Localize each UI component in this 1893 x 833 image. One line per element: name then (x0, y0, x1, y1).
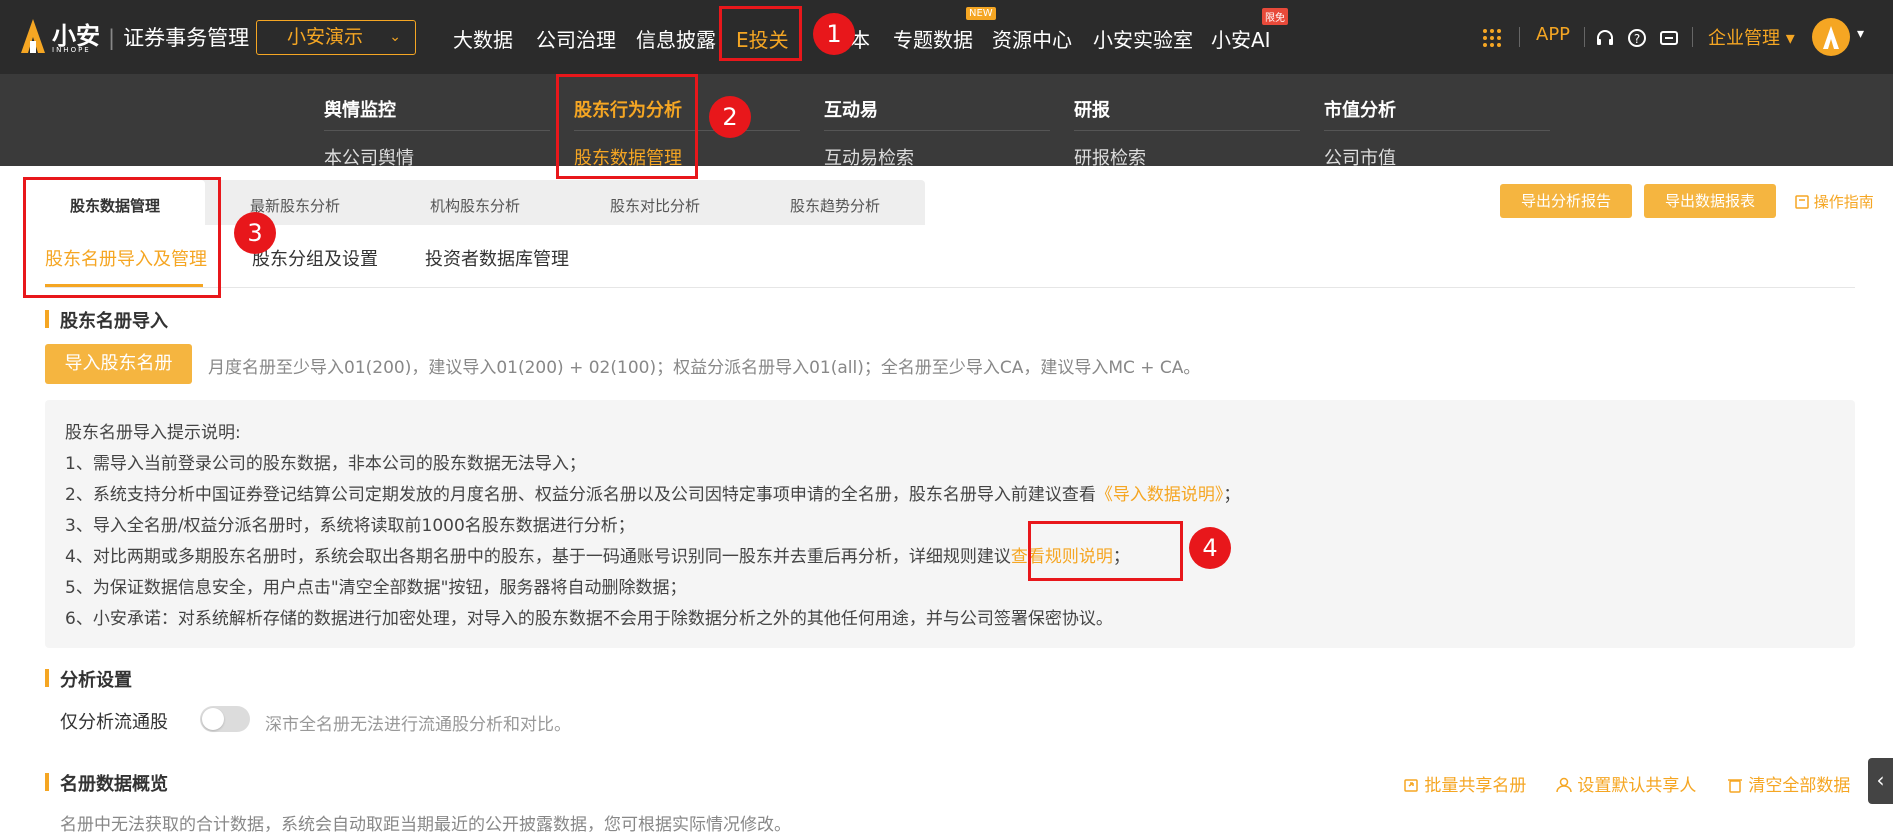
info-line-5: 5、为保证数据信息安全，用户点击"清空全部数据"按钮，服务器将自动删除数据； (65, 578, 687, 598)
default-share-link[interactable]: 设置默认共享人 (1556, 771, 1696, 796)
nav-governance[interactable]: 公司治理 (536, 24, 616, 53)
menu-item-company-market-value[interactable]: 公司市值 (1324, 144, 1396, 170)
circulating-only-toggle[interactable] (200, 706, 250, 732)
nav-special-data[interactable]: 专题数据 (893, 24, 973, 53)
export-report-button[interactable]: 导出分析报告 (1500, 184, 1632, 218)
enterprise-menu[interactable]: 企业管理 ▾ (1708, 24, 1795, 50)
annotation-marker-3: 3 (234, 212, 276, 254)
user-icon (1556, 777, 1572, 793)
message-icon[interactable] (1659, 28, 1679, 48)
section-title-overview: 名册数据概览 (45, 770, 168, 796)
nav-bigdata[interactable]: 大数据 (453, 24, 513, 53)
menu-heading-market-value: 市值分析 (1324, 100, 1396, 121)
annotation-marker-2: 2 (709, 96, 751, 138)
divider (1692, 27, 1693, 47)
tab-compare-analysis[interactable]: 股东对比分析 (610, 195, 700, 216)
company-select[interactable]: 小安演示 ⌄ (256, 20, 416, 55)
tab-trend-analysis[interactable]: 股东趋势分析 (790, 195, 880, 216)
annotation-box-3 (23, 177, 221, 298)
menu-item-interactive-search[interactable]: 互动易检索 (824, 144, 914, 170)
divider (824, 130, 1050, 131)
import-register-button[interactable]: 导入股东名册 (45, 344, 192, 384)
batch-share-link[interactable]: 批量共享名册 (1403, 771, 1526, 796)
subtab-investor-db[interactable]: 投资者数据库管理 (425, 245, 569, 271)
annotation-box-1 (719, 6, 802, 61)
dropdown-menu: 舆情监控 本公司舆情 股东行为分析 股东数据管理 互动易 互动易检索 研报 研报… (0, 74, 1893, 169)
toggle-label: 仅分析流通股 (60, 712, 168, 733)
annotation-box-2 (556, 74, 698, 179)
annotation-marker-4: 4 (1189, 527, 1231, 569)
logo-icon (21, 19, 45, 53)
divider (45, 287, 1855, 288)
trash-icon (1728, 779, 1742, 793)
annotation-box-4 (1028, 521, 1183, 581)
info-line-4: 4、对比两期或多期股东名册时，系统会取出各期名册中的股东，基于一码通账号识别同一… (65, 547, 1130, 567)
divider (1074, 130, 1300, 131)
caret-down-icon[interactable]: ▾ (1857, 26, 1864, 42)
subtab-grouping[interactable]: 股东分组及设置 (252, 245, 378, 271)
free-badge: 限免 (1262, 8, 1288, 25)
divider (324, 130, 550, 131)
info-line-3: 3、导入全名册/权益分派名册时，系统将读取前1000名股东数据进行分析； (65, 516, 635, 536)
import-data-doc-link[interactable]: 《导入数据说明》 (1096, 485, 1224, 505)
nav-ai[interactable]: 小安AI (1211, 24, 1271, 53)
help-icon[interactable]: ? (1627, 28, 1647, 48)
apps-grid-icon[interactable] (1482, 28, 1502, 48)
info-title: 股东名册导入提示说明: (65, 423, 241, 443)
nav-disclosure[interactable]: 信息披露 (636, 24, 716, 53)
menu-heading-sentiment: 舆情监控 (324, 100, 396, 121)
section-title-analysis: 分析设置 (45, 666, 132, 692)
export-data-button[interactable]: 导出数据报表 (1644, 184, 1776, 218)
svg-text:?: ? (1634, 32, 1640, 46)
toggle-hint: 深市全名册无法进行流通股分析和对比。 (265, 715, 571, 735)
tab-institution-analysis[interactable]: 机构股东分析 (430, 195, 520, 216)
app-title: | 证券事务管理 (108, 26, 250, 50)
headset-icon[interactable] (1595, 28, 1615, 48)
nav-lab[interactable]: 小安实验室 (1093, 24, 1193, 53)
divider (1519, 27, 1520, 47)
divider (1584, 27, 1585, 47)
overview-note: 名册中无法获取的合计数据，系统会自动取距当期最近的公开披露数据，您可根据实际情况… (60, 815, 791, 833)
guide-link[interactable]: 操作指南 (1795, 191, 1874, 212)
app-link[interactable]: APP (1536, 24, 1570, 45)
info-line-6: 6、小安承诺：对系统解析存储的数据进行加密处理，对导入的股东数据不会用于除数据分… (65, 609, 1113, 629)
clear-all-link[interactable]: 清空全部数据 (1727, 771, 1850, 796)
new-badge: NEW (966, 7, 996, 20)
info-line-2: 2、系统支持分析中国证券登记结算公司定期发放的月度名册、权益分派名册以及公司因特… (65, 485, 1241, 505)
annotation-marker-1: 1 (813, 13, 855, 55)
divider (1324, 130, 1550, 131)
menu-heading-research: 研报 (1074, 100, 1110, 121)
menu-heading-interactive: 互动易 (824, 100, 878, 121)
menu-item-research-search[interactable]: 研报检索 (1074, 144, 1146, 170)
menu-item-company-sentiment[interactable]: 本公司舆情 (324, 144, 414, 170)
caret-down-icon: ▾ (1785, 28, 1795, 49)
nav-resource-center[interactable]: 资源中心 (992, 24, 1072, 53)
chevron-down-icon: ⌄ (389, 29, 401, 45)
brand-sub: INHOPE (52, 46, 91, 54)
import-hint: 月度名册至少导入01(200)，建议导入01(200) + 02(100)；权益… (208, 358, 1201, 378)
collapse-handle[interactable]: ‹ (1868, 758, 1893, 804)
top-nav-bar: 小安 INHOPE | 证券事务管理 小安演示 ⌄ 大数据 公司治理 信息披露 E… (0, 0, 1893, 74)
section-title-import: 股东名册导入 (45, 307, 168, 333)
chevron-left-icon: ‹ (1876, 768, 1885, 792)
share-icon (1404, 779, 1418, 792)
avatar[interactable] (1812, 18, 1850, 56)
info-line-1: 1、需导入当前登录公司的股东数据，非本公司的股东数据无法导入； (65, 454, 586, 474)
avatar-logo-icon (1823, 26, 1839, 49)
company-select-value: 小安演示 (287, 26, 364, 48)
book-icon (1795, 195, 1809, 209)
